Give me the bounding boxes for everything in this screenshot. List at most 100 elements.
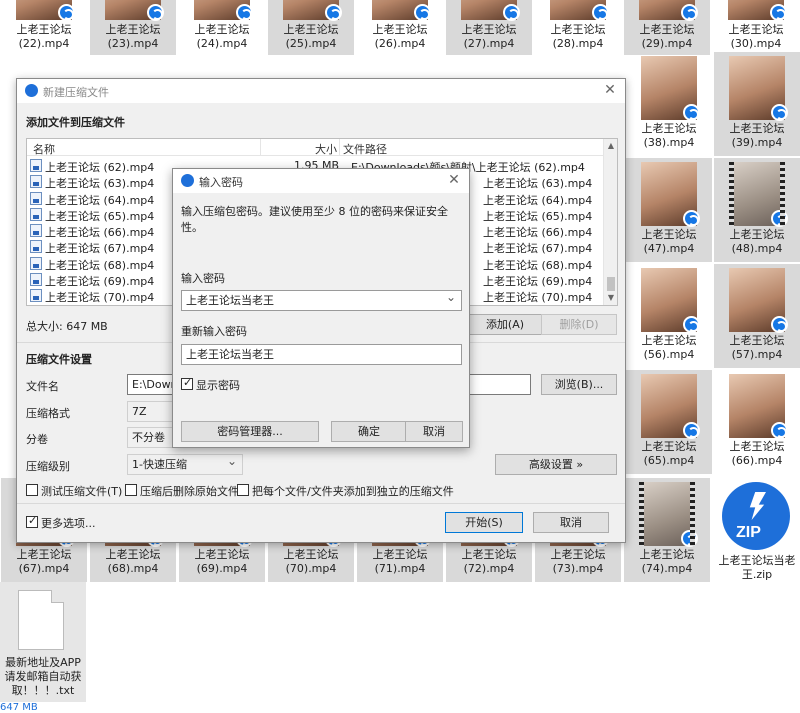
close-icon[interactable]: ✕	[445, 171, 463, 189]
password-hint: 输入压缩包密码。建议使用至少 8 位的密码来保证安全性。	[181, 205, 448, 234]
delete-after-label[interactable]: 压缩后删除原始文件	[140, 483, 239, 499]
file-label: 上老王论坛 (38).mp4	[641, 122, 697, 149]
file-label: 上老王论坛 (39).mp4	[729, 122, 785, 149]
video-file-item[interactable]: 上老王论坛 (48).mp4	[714, 158, 800, 262]
file-label: 上老王论坛 (71).mp4	[372, 548, 428, 575]
player-badge-icon	[771, 104, 788, 121]
video-file-icon	[30, 273, 42, 287]
player-badge-icon	[683, 422, 700, 439]
file-label: 上老王论坛 (23).mp4	[105, 23, 161, 50]
scroll-down-icon[interactable]: ▼	[604, 291, 618, 305]
show-password-label[interactable]: 显示密码	[196, 377, 240, 393]
file-label: 上老王论坛 (65).mp4	[641, 440, 697, 467]
file-label: 上老王论坛 (47).mp4	[641, 228, 697, 255]
start-button[interactable]: 开始(S)	[445, 512, 523, 533]
test-archive-checkbox[interactable]	[26, 484, 38, 496]
file-label: 上老王论坛 (48).mp4	[729, 228, 785, 255]
video-file-item[interactable]: 上老王论坛 (24).mp4	[179, 0, 265, 55]
video-file-item[interactable]: 上老王论坛 (66).mp4	[714, 370, 800, 474]
video-file-item[interactable]: 上老王论坛 (56).mp4	[626, 264, 712, 368]
video-file-item[interactable]: 上老王论坛 (22).mp4	[1, 0, 87, 55]
separate-archives-label[interactable]: 把每个文件/文件夹添加到独立的压缩文件	[252, 483, 454, 499]
file-label: 上老王论坛 (67).mp4	[16, 548, 72, 575]
password-cancel-button[interactable]: 取消	[405, 421, 463, 442]
file-label: 上老王论坛 (28).mp4	[550, 23, 606, 50]
show-password-checkbox[interactable]	[181, 376, 193, 390]
add-button[interactable]: 添加(A)	[467, 314, 543, 335]
video-file-item[interactable]: 上老王论坛 (28).mp4	[535, 0, 621, 55]
file-label: 最新地址及APP 请发邮箱自动获 取！！！.txt	[4, 656, 82, 697]
zip-badge-text: ZIP	[736, 524, 761, 541]
close-icon[interactable]: ✕	[601, 81, 619, 99]
video-file-item[interactable]: 上老王论坛 (27).mp4	[446, 0, 532, 55]
video-file-item[interactable]: 上老王论坛 (47).mp4	[626, 158, 712, 262]
player-badge-icon	[147, 4, 164, 21]
level-select[interactable]: 1-快速压缩	[127, 454, 243, 475]
file-label: 上老王论坛 (66).mp4	[729, 440, 785, 467]
video-file-item[interactable]: 上老王论坛 (65).mp4	[626, 370, 712, 474]
password-manager-button[interactable]: 密码管理器...	[181, 421, 319, 442]
reenter-password-label: 重新输入密码	[181, 325, 247, 338]
video-file-item[interactable]: 上老王论坛 (25).mp4	[268, 0, 354, 55]
player-badge-icon	[771, 422, 788, 439]
file-label: 上老王论坛 (56).mp4	[641, 334, 697, 361]
video-file-item[interactable]: 上老王论坛 (74).mp4	[624, 478, 710, 582]
scroll-thumb[interactable]	[607, 277, 615, 291]
dialog-titlebar[interactable]: 新建压缩文件 ✕	[17, 79, 625, 103]
cancel-button[interactable]: 取消	[533, 512, 609, 533]
video-file-icon	[30, 289, 42, 303]
player-badge-icon	[503, 4, 520, 21]
zip-file-item[interactable]: ZIP 上老王论坛当老 王.zip	[714, 478, 800, 582]
app-icon	[25, 84, 38, 97]
file-label: 上老王论坛 (24).mp4	[194, 23, 250, 50]
player-badge-icon	[325, 4, 342, 21]
video-file-item[interactable]: 上老王论坛 (38).mp4	[626, 52, 712, 156]
video-file-icon	[30, 191, 42, 205]
more-options-label[interactable]: 更多选项...	[41, 515, 96, 531]
delete-after-checkbox[interactable]	[125, 484, 137, 496]
column-path[interactable]: 文件路径	[343, 141, 387, 157]
video-file-item[interactable]: 上老王论坛 (30).mp4	[713, 0, 799, 55]
password-input[interactable]: 上老王论坛当老王	[181, 290, 462, 311]
video-file-item[interactable]: 上老王论坛 (57).mp4	[714, 264, 800, 368]
reenter-password-input[interactable]: 上老王论坛当老王	[181, 344, 462, 365]
test-archive-label[interactable]: 测试压缩文件(T)	[41, 483, 122, 499]
player-badge-icon	[236, 4, 253, 21]
video-file-icon	[30, 175, 42, 189]
player-badge-icon	[770, 4, 787, 21]
video-file-item[interactable]: 上老王论坛 (23).mp4	[90, 0, 176, 55]
file-label: 上老王论坛 (72).mp4	[461, 548, 517, 575]
level-label: 压缩级别	[26, 460, 70, 473]
video-file-item[interactable]: 上老王论坛 (26).mp4	[357, 0, 443, 55]
file-label: 上老王论坛 (70).mp4	[283, 548, 339, 575]
split-label: 分卷	[26, 433, 48, 446]
player-badge-icon	[771, 316, 788, 333]
filename-label: 文件名	[26, 380, 59, 393]
video-file-icon	[30, 256, 42, 270]
file-label: 上老王论坛 (27).mp4	[461, 23, 517, 50]
column-size[interactable]: 大小	[315, 141, 337, 157]
player-badge-icon	[681, 4, 698, 21]
browse-button[interactable]: 浏览(B)...	[541, 374, 617, 395]
password-dialog-titlebar[interactable]: 输入密码 ✕	[173, 169, 469, 193]
txt-file-item[interactable]: 最新地址及APP 请发邮箱自动获 取！！！.txt	[0, 582, 86, 702]
more-options-checkbox[interactable]	[26, 514, 38, 528]
file-label: 上老王论坛 (30).mp4	[728, 23, 784, 50]
file-list-header: 名称 大小 文件路径	[27, 139, 603, 156]
file-label: 上老王论坛当老 王.zip	[718, 554, 796, 581]
separate-archives-checkbox[interactable]	[237, 484, 249, 496]
file-label: 上老王论坛 (29).mp4	[639, 23, 695, 50]
video-file-item[interactable]: 上老王论坛 (29).mp4	[624, 0, 710, 55]
scroll-up-icon[interactable]: ▲	[604, 139, 618, 153]
file-label: 上老王论坛 (22).mp4	[16, 23, 72, 50]
delete-button[interactable]: 删除(D)	[541, 314, 617, 335]
player-badge-icon	[58, 4, 75, 21]
video-file-item[interactable]: 上老王论坛 (39).mp4	[714, 52, 800, 156]
video-file-icon	[30, 224, 42, 238]
file-label: 上老王论坛 (68).mp4	[105, 548, 161, 575]
dialog-title: 新建压缩文件	[43, 86, 109, 99]
column-name[interactable]: 名称	[33, 141, 55, 157]
advanced-settings-button[interactable]: 高级设置 »	[495, 454, 617, 475]
list-scrollbar[interactable]: ▲ ▼	[603, 139, 617, 305]
ok-button[interactable]: 确定	[331, 421, 407, 442]
